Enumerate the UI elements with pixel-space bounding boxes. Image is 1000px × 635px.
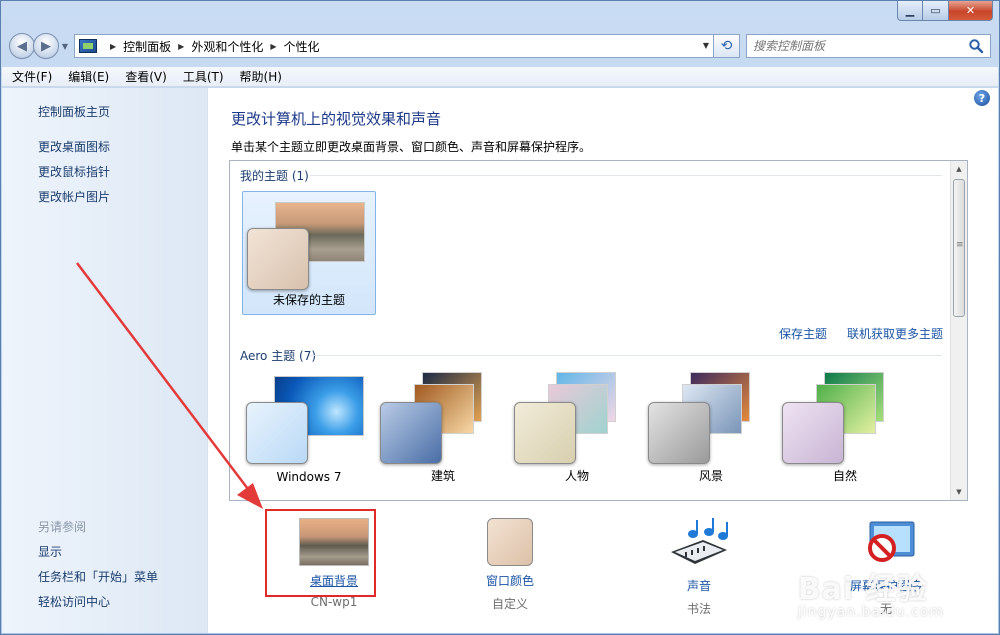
breadcrumb-control-panel[interactable]: 控制面板 xyxy=(123,38,171,55)
navigation-row: ◀ ▶ ▼ ▶ 控制面板 ▶ 外观和个性化 ▶ 个性化 ▼ ⟲ xyxy=(9,31,991,61)
scroll-thumb[interactable] xyxy=(953,179,965,317)
address-dropdown-icon[interactable]: ▼ xyxy=(703,41,709,50)
window-color-control[interactable]: 窗口颜色 自定义 xyxy=(445,518,575,612)
back-arrow-icon: ◀ xyxy=(17,38,27,54)
theme-caption: 风景 xyxy=(698,469,723,483)
screen-saver-icon xyxy=(868,521,915,562)
theme-caption: 人物 xyxy=(564,469,589,483)
scroll-down-icon[interactable]: ▼ xyxy=(951,484,967,500)
themes-list: 我的主题 (1) 未保存的主题 保存主题 联机获取更多主题 Aero 主题 (7… xyxy=(229,160,968,501)
theme-tile-architecture[interactable]: 建筑 xyxy=(376,366,510,490)
minimize-button[interactable]: ▁ xyxy=(897,1,923,21)
watermark-url: jingyan.baidu.com xyxy=(797,604,944,620)
theme-color-swatch xyxy=(514,402,576,464)
breadcrumb-appearance[interactable]: 外观和个性化 xyxy=(191,38,263,55)
theme-tile-characters[interactable]: 人物 xyxy=(510,366,644,490)
sidebar-link-control-panel-home[interactable]: 控制面板主页 xyxy=(38,103,110,120)
scroll-up-icon[interactable]: ▲ xyxy=(951,161,967,177)
content-area: 控制面板主页 更改桌面图标 更改鼠标指针 更改帐户图片 另请参阅 显示 任务栏和… xyxy=(2,88,998,633)
theme-color-swatch xyxy=(782,402,844,464)
forward-arrow-icon: ▶ xyxy=(41,38,51,54)
see-also-heading: 另请参阅 xyxy=(38,520,87,534)
sidebar-link-taskbar[interactable]: 任务栏和「开始」菜单 xyxy=(38,568,158,585)
theme-caption: 自然 xyxy=(832,469,857,483)
breadcrumb-chevron-icon[interactable]: ▶ xyxy=(178,42,184,51)
page-title: 更改计算机上的视觉效果和声音 xyxy=(231,110,442,128)
recent-pages-dropdown[interactable]: ▼ xyxy=(59,42,71,51)
menu-tools[interactable]: 工具(T) xyxy=(183,68,224,85)
menu-help[interactable]: 帮助(H) xyxy=(240,68,282,85)
theme-color-swatch xyxy=(380,402,442,464)
address-bar[interactable]: ▶ 控制面板 ▶ 外观和个性化 ▶ 个性化 ▼ xyxy=(74,34,714,58)
sidebar-link-display[interactable]: 显示 xyxy=(38,543,62,560)
theme-caption: 未保存的主题 xyxy=(272,293,345,307)
sidebar-link-account-picture[interactable]: 更改帐户图片 xyxy=(38,188,110,205)
breadcrumb-chevron-icon[interactable]: ▶ xyxy=(110,42,116,51)
watermark: Bai 经验 jingyan.baidu.com xyxy=(798,564,944,620)
aero-themes-label: Aero 主题 (7) xyxy=(240,349,317,363)
forward-button[interactable]: ▶ xyxy=(33,33,59,59)
window-color-icon xyxy=(487,518,533,566)
back-button[interactable]: ◀ xyxy=(9,33,35,59)
breadcrumb: ▶ 控制面板 ▶ 外观和个性化 ▶ 个性化 xyxy=(103,38,320,55)
theme-caption: 建筑 xyxy=(430,469,455,483)
window-color-value: 自定义 xyxy=(491,597,528,611)
sounds-label[interactable]: 声音 xyxy=(634,577,764,594)
theme-tile-nature[interactable]: 自然 xyxy=(778,366,912,490)
sounds-value: 书法 xyxy=(686,602,711,616)
caption-buttons: ▁ ▭ ✕ xyxy=(897,1,993,21)
help-icon[interactable]: ? xyxy=(974,90,990,106)
sidebar: 控制面板主页 更改桌面图标 更改鼠标指针 更改帐户图片 另请参阅 显示 任务栏和… xyxy=(2,88,208,633)
sidebar-link-desktop-icons[interactable]: 更改桌面图标 xyxy=(38,138,110,155)
maximize-button[interactable]: ▭ xyxy=(923,1,949,21)
search-input[interactable] xyxy=(753,39,953,53)
breadcrumb-personalization[interactable]: 个性化 xyxy=(284,38,320,55)
theme-actions: 保存主题 联机获取更多主题 xyxy=(759,325,943,342)
sounds-icon xyxy=(671,518,728,564)
theme-color-swatch xyxy=(648,402,710,464)
group-divider xyxy=(310,175,942,176)
breadcrumb-chevron-icon[interactable]: ▶ xyxy=(270,42,276,51)
control-panel-icon xyxy=(79,39,97,53)
theme-tile-unsaved[interactable]: 未保存的主题 xyxy=(242,191,376,315)
control-panel-window: ▁ ▭ ✕ ◀ ▶ ▼ ▶ 控制面板 ▶ 外观和个性化 ▶ 个性化 ▼ ⟲ 搜索… xyxy=(0,0,1000,635)
save-theme-link[interactable]: 保存主题 xyxy=(779,325,827,342)
my-themes-label: 我的主题 (1) xyxy=(240,169,309,183)
sidebar-link-ease-of-access[interactable]: 轻松访问中心 xyxy=(38,593,110,610)
close-button[interactable]: ✕ xyxy=(949,1,993,21)
window-color-label[interactable]: 窗口颜色 xyxy=(445,572,575,589)
sounds-control[interactable]: 声音 书法 xyxy=(634,518,764,617)
menu-bar: 文件(F) 编辑(E) 查看(V) 工具(T) 帮助(H) xyxy=(2,67,998,87)
get-more-themes-link[interactable]: 联机获取更多主题 xyxy=(847,325,943,342)
refresh-button[interactable]: ⟲ xyxy=(714,34,740,58)
menu-view[interactable]: 查看(V) xyxy=(125,68,167,85)
theme-color-swatch xyxy=(246,402,308,464)
menu-edit[interactable]: 编辑(E) xyxy=(68,68,109,85)
watermark-text: Bai 经验 xyxy=(797,572,928,607)
theme-caption: Windows 7 xyxy=(276,470,342,484)
sidebar-link-mouse-pointers[interactable]: 更改鼠标指针 xyxy=(38,163,110,180)
desktop-background-value: CN-wp1 xyxy=(310,595,358,609)
theme-color-swatch xyxy=(247,228,309,290)
refresh-icon: ⟲ xyxy=(720,38,733,54)
menu-file[interactable]: 文件(F) xyxy=(12,68,52,85)
theme-tile-landscapes[interactable]: 风景 xyxy=(644,366,778,490)
page-description: 单击某个主题立即更改桌面背景、窗口颜色、声音和屏幕保护程序。 xyxy=(231,140,592,154)
group-divider xyxy=(310,355,942,356)
theme-tile-windows7[interactable]: Windows 7 xyxy=(242,366,376,490)
highlight-box xyxy=(265,509,376,597)
search-icon[interactable] xyxy=(968,38,984,54)
search-box[interactable] xyxy=(746,34,991,58)
themes-scrollbar[interactable]: ▲ ▼ xyxy=(950,161,967,500)
